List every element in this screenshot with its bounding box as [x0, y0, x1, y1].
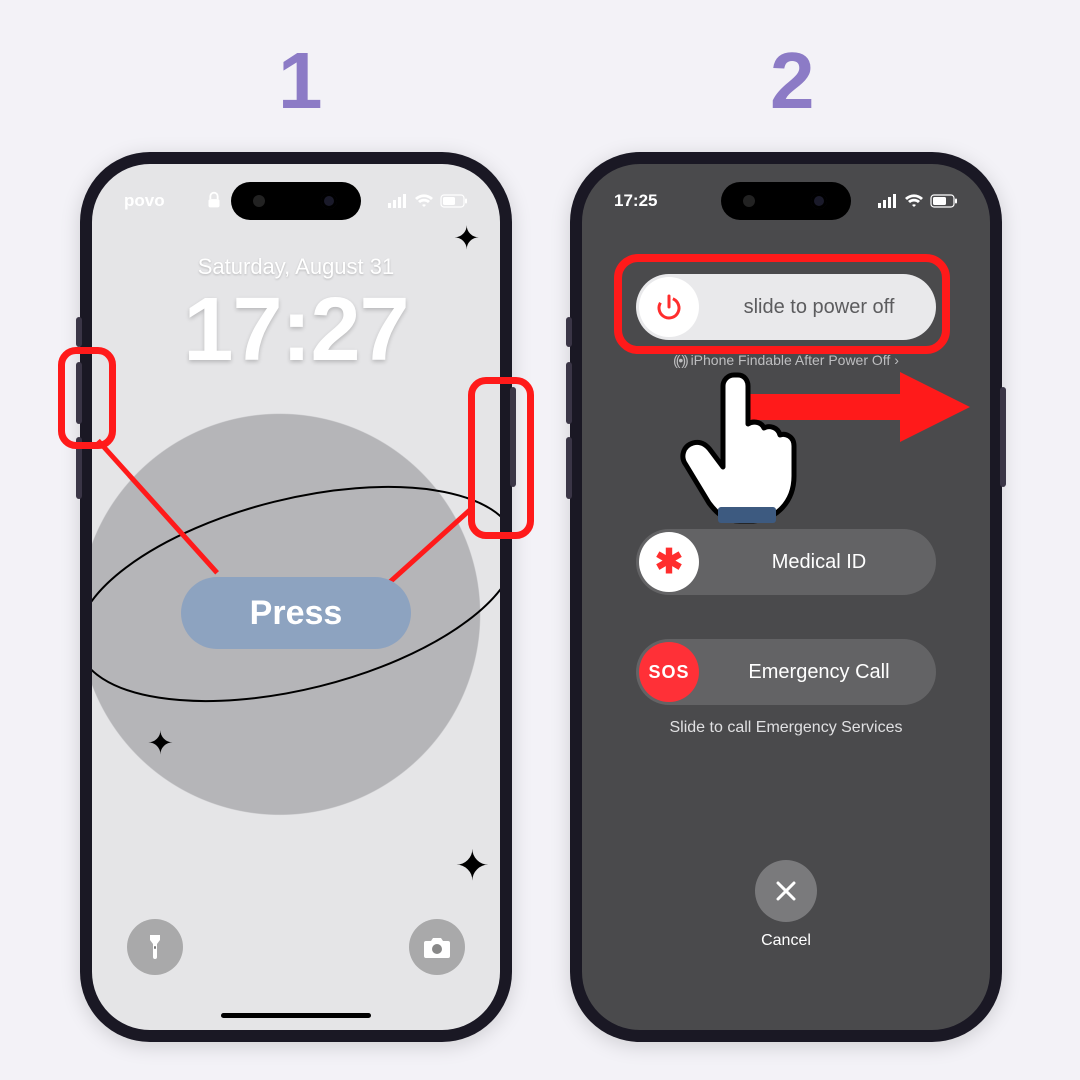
power-off-screen: 17:25 [582, 164, 990, 1030]
phone-step-1: ✦ ✦ ✦ povo [80, 152, 512, 1042]
power-off-slider[interactable]: slide to power off [636, 274, 936, 340]
power-off-label: slide to power off [702, 296, 936, 319]
sos-label: Emergency Call [702, 661, 936, 684]
emergency-sos-slider[interactable]: SOS Emergency Call [636, 639, 936, 705]
volume-down-button[interactable] [566, 437, 572, 499]
sparkle-icon: ✦ [147, 724, 174, 762]
sos-knob[interactable]: SOS [639, 642, 699, 702]
medical-id-slider[interactable]: ✱ Medical ID [636, 529, 936, 595]
lock-date: Saturday, August 31 [92, 254, 500, 280]
lock-time: 17:27 [92, 279, 500, 382]
sparkle-icon: ✦ [455, 841, 490, 890]
battery-icon [930, 194, 958, 208]
power-icon [654, 292, 684, 322]
wifi-icon [414, 194, 434, 208]
lock-icon [203, 189, 225, 211]
carrier-label: povo [124, 191, 165, 211]
sos-hint: Slide to call Emergency Services [582, 719, 990, 737]
medical-id-knob[interactable]: ✱ [639, 532, 699, 592]
signal-icon [388, 194, 408, 208]
mute-switch[interactable] [566, 317, 572, 347]
close-icon [773, 878, 799, 904]
home-indicator[interactable] [221, 1013, 371, 1018]
step-number-1: 1 [278, 35, 323, 127]
mute-switch[interactable] [76, 317, 82, 347]
cancel-label: Cancel [761, 932, 811, 950]
wifi-icon [904, 194, 924, 208]
sos-icon: SOS [648, 662, 689, 683]
sparkle-icon: ✦ [453, 219, 480, 257]
side-button[interactable] [510, 387, 516, 487]
volume-up-button[interactable] [76, 362, 82, 424]
chevron-right-icon: › [894, 352, 899, 368]
dynamic-island [721, 182, 851, 220]
battery-icon [440, 194, 468, 208]
status-time: 17:25 [614, 191, 657, 211]
asterisk-icon: ✱ [655, 542, 684, 582]
step-number-2: 2 [770, 35, 815, 127]
medical-id-label: Medical ID [702, 551, 936, 574]
power-off-knob[interactable] [639, 277, 699, 337]
phone-step-2: 17:25 [570, 152, 1002, 1042]
side-button[interactable] [1000, 387, 1006, 487]
signal-icon [878, 194, 898, 208]
camera-icon [422, 935, 452, 959]
volume-down-button[interactable] [76, 437, 82, 499]
camera-button[interactable] [409, 919, 465, 975]
flashlight-icon [143, 933, 167, 961]
dynamic-island [231, 182, 361, 220]
volume-up-button[interactable] [566, 362, 572, 424]
press-callout: Press [181, 577, 411, 649]
flashlight-button[interactable] [127, 919, 183, 975]
cancel-button[interactable]: Cancel [755, 860, 817, 950]
findable-note[interactable]: ((•)) iPhone Findable After Power Off › [582, 352, 990, 368]
